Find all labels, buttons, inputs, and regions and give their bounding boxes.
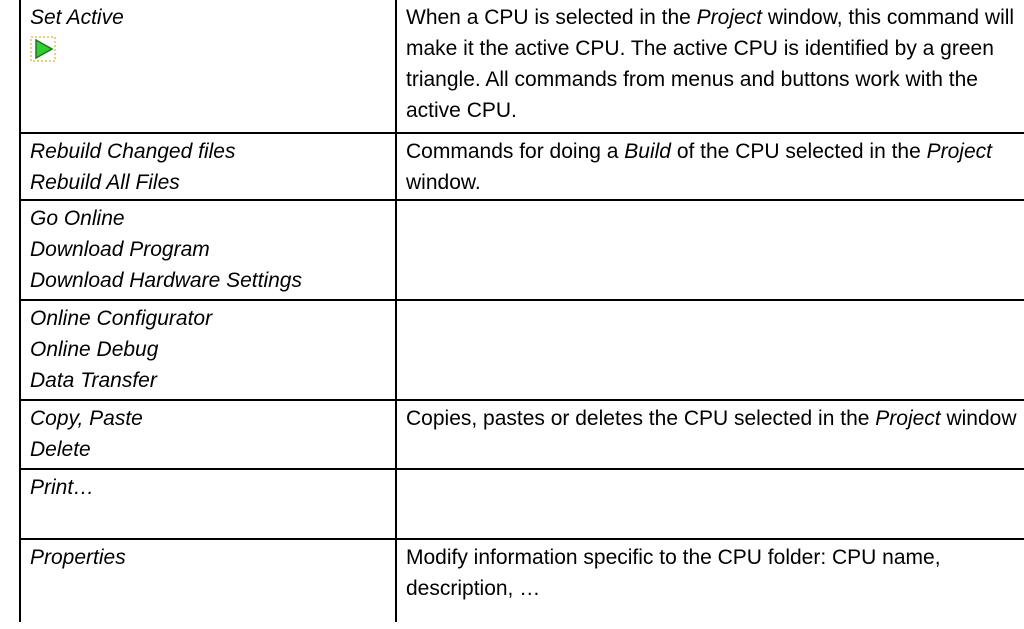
description-cell: When a CPU is selected in the Project wi… <box>395 0 1024 134</box>
command-name: Online Debug <box>30 338 159 361</box>
table-row: Copy, Paste Delete Copies, pastes or del… <box>19 399 1024 470</box>
command-cell: Online Configurator Online Debug Data Tr… <box>19 299 397 401</box>
description-cell: Commands for doing a Build of the CPU se… <box>395 132 1024 201</box>
command-name: Properties <box>30 546 126 569</box>
description-cell <box>395 299 1024 401</box>
description-emphasis: Project <box>926 140 992 163</box>
table-row: Online Configurator Online Debug Data Tr… <box>19 299 1024 401</box>
description-emphasis: Project <box>875 407 941 430</box>
command-name: Download Hardware Settings <box>30 269 302 292</box>
table-row: Print… <box>19 468 1024 540</box>
description-text: window. <box>406 171 481 194</box>
description-cell: Modify information specific to the CPU f… <box>395 538 1024 622</box>
command-name: Rebuild Changed files <box>30 140 236 163</box>
command-name: Data Transfer <box>30 369 157 392</box>
green-play-triangle-icon <box>30 36 56 62</box>
table-row: Rebuild Changed files Rebuild All Files … <box>19 132 1024 201</box>
command-name: Go Online <box>30 207 125 230</box>
description-text: Commands for doing a <box>406 140 625 163</box>
command-cell: Go Online Download Program Download Hard… <box>19 199 397 301</box>
description-emphasis: Project <box>696 6 762 29</box>
command-name: Print… <box>30 476 95 499</box>
command-name: Set Active <box>30 6 124 29</box>
command-table: Set Active When a CPU is selected in the… <box>19 0 1024 622</box>
table-row: Set Active When a CPU is selected in the… <box>19 0 1024 134</box>
command-name: Online Configurator <box>30 307 213 330</box>
command-name: Rebuild All Files <box>30 171 180 194</box>
description-emphasis: Build <box>624 140 671 163</box>
description-text: of the CPU selected in the <box>670 140 927 163</box>
description-text: window <box>940 407 1017 430</box>
command-cell: Copy, Paste Delete <box>19 399 397 470</box>
command-name: Download Program <box>30 238 210 261</box>
description-cell <box>395 199 1024 301</box>
description-cell <box>395 468 1024 540</box>
command-cell: Rebuild Changed files Rebuild All Files <box>19 132 397 201</box>
command-cell: Set Active <box>19 0 397 134</box>
description-text: When a CPU is selected in the <box>406 6 697 29</box>
command-name: Copy, Paste <box>30 407 143 430</box>
command-name: Delete <box>30 438 91 461</box>
table-row: Properties Modify information specific t… <box>19 538 1024 622</box>
description-text: Copies, pastes or deletes the CPU select… <box>406 407 876 430</box>
command-cell: Properties <box>19 538 397 622</box>
command-cell: Print… <box>19 468 397 540</box>
description-cell: Copies, pastes or deletes the CPU select… <box>395 399 1024 470</box>
table-row: Go Online Download Program Download Hard… <box>19 199 1024 301</box>
description-text: Modify information specific to the CPU f… <box>406 546 941 600</box>
